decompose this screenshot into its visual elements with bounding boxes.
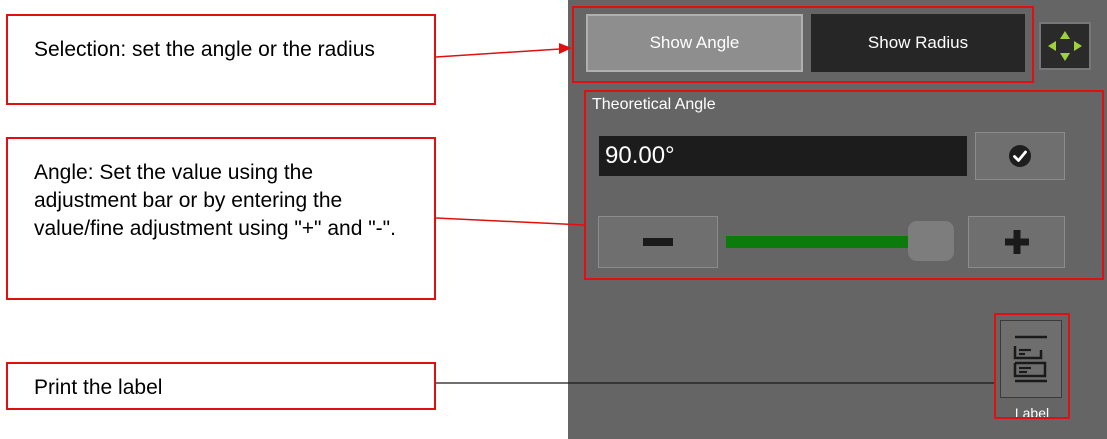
mode-connector-arrowhead <box>559 43 572 54</box>
mode-connector-line <box>435 48 561 58</box>
angle-connector-line <box>435 217 585 226</box>
callout-connectors <box>435 43 994 384</box>
